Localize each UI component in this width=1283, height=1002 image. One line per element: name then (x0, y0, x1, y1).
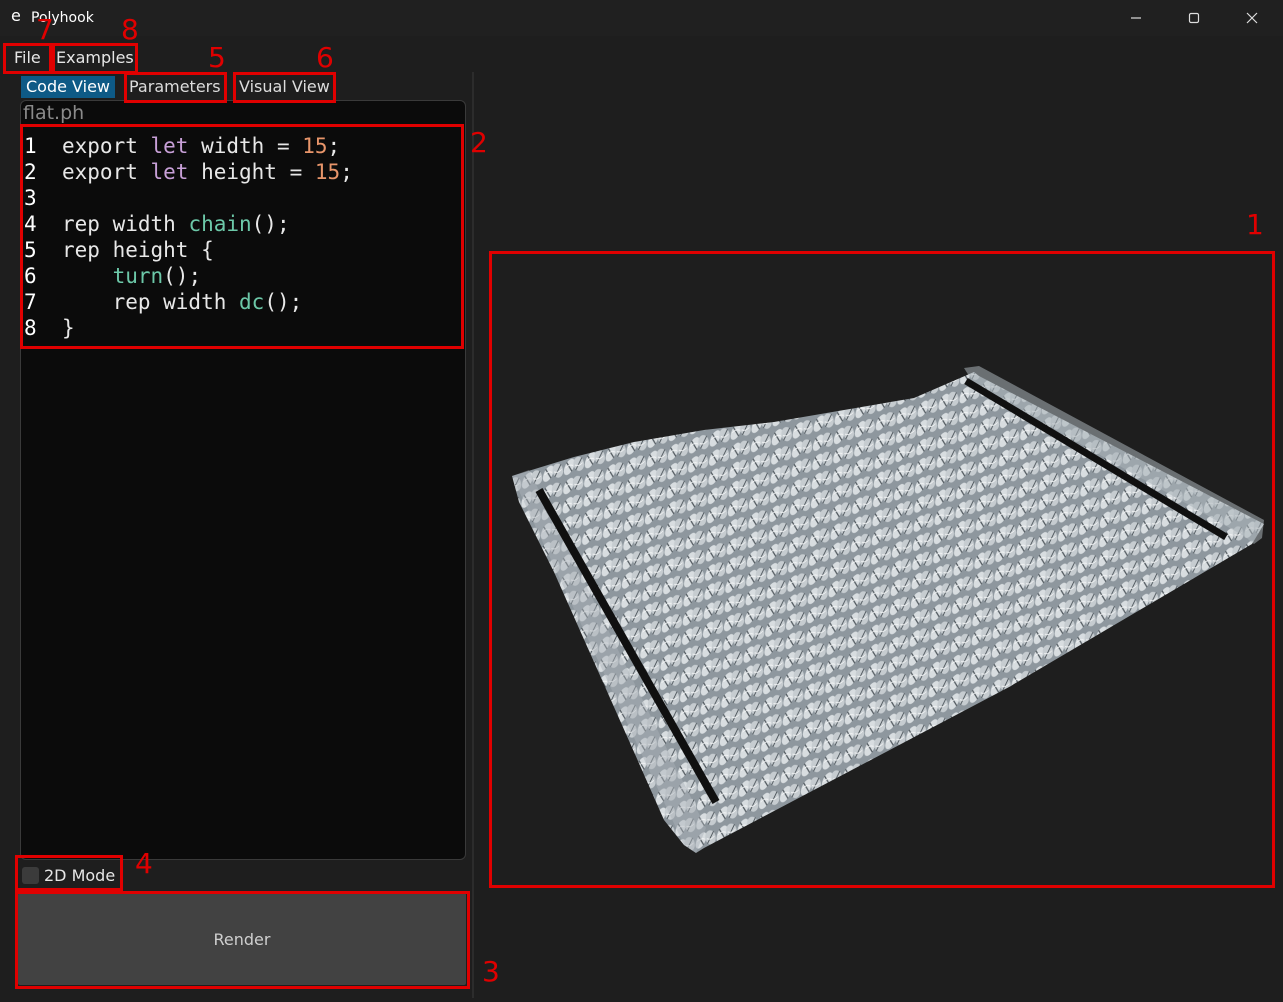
code-token: chain (188, 212, 252, 236)
code-token: width = (188, 134, 303, 158)
annotation-label-5: 5 (208, 41, 226, 74)
maximize-icon (1188, 12, 1200, 24)
code-token: turn (112, 264, 164, 288)
code-token: dc (239, 290, 265, 314)
2d-mode-checkbox[interactable] (22, 866, 39, 884)
tab-code-view[interactable]: Code View (21, 76, 116, 98)
minimize-button[interactable] (1107, 0, 1165, 36)
tab-visual-view[interactable]: Visual View (234, 76, 335, 98)
code-token: (); (264, 290, 303, 314)
menu-examples[interactable]: Examples (56, 48, 134, 67)
code-line[interactable]: 7 rep width dc (); (24, 289, 353, 315)
2d-mode-toggle[interactable]: 2D Mode (22, 864, 115, 886)
fabric-render (512, 366, 1264, 853)
code-token: ; (327, 134, 341, 158)
code-editor[interactable]: flat.ph 1 export let width = 15; 2 export l… (20, 100, 466, 860)
annotation-label-1: 1 (1246, 208, 1264, 241)
code-token: export (62, 134, 151, 158)
code-line[interactable]: 3 (24, 185, 353, 211)
code-line[interactable]: 6 turn (); (24, 263, 353, 289)
line-number: 1 (24, 134, 37, 158)
code-token: let (150, 134, 189, 158)
code-token: height = (188, 160, 315, 184)
annotation-label-3: 3 (482, 955, 500, 988)
3d-viewport[interactable] (474, 72, 1283, 998)
code-token: rep width (62, 212, 189, 236)
annotation-label-6: 6 (316, 41, 334, 74)
annotation-label-4: 4 (135, 847, 153, 880)
editor-filename: flat.ph (23, 102, 85, 124)
code-token: export (62, 160, 151, 184)
code-token: (); (163, 264, 202, 288)
line-number: 4 (24, 212, 37, 236)
line-number: 2 (24, 160, 37, 184)
line-number: 8 (24, 316, 37, 340)
code-token: rep width (62, 290, 240, 314)
line-number: 3 (24, 186, 37, 210)
menu-file[interactable]: File (14, 48, 41, 67)
annotation-label-7: 7 (36, 13, 54, 46)
2d-mode-label: 2D Mode (44, 865, 116, 885)
code-token: let (150, 160, 189, 184)
app-icon: e (11, 6, 21, 25)
code-token: rep height { (62, 238, 214, 262)
code-line[interactable]: 8} (24, 315, 353, 341)
tab-parameters[interactable]: Parameters (124, 76, 226, 98)
render-button-label: Render (213, 929, 271, 949)
code-token: ; (340, 160, 353, 184)
line-number: 7 (24, 290, 37, 314)
code-token: 15 (302, 134, 328, 158)
line-number: 6 (24, 264, 37, 288)
code-token: 15 (314, 160, 341, 184)
code-token: (); (251, 212, 290, 236)
knitted-swatch (512, 366, 1264, 853)
close-icon (1246, 12, 1258, 24)
code-area[interactable]: 1 export let width = 15; 2 export let heigh… (24, 133, 353, 341)
code-line[interactable]: 2 export let height = 15; (24, 159, 353, 185)
line-number: 5 (24, 238, 37, 262)
maximize-button[interactable] (1165, 0, 1223, 36)
code-line[interactable]: 5 rep height { (24, 237, 353, 263)
close-button[interactable] (1223, 0, 1281, 36)
render-button[interactable]: Render (18, 893, 466, 985)
annotation-label-8: 8 (121, 13, 139, 46)
code-token: } (62, 316, 75, 340)
minimize-icon (1131, 17, 1141, 19)
title-bar: e Polyhook (0, 0, 1283, 36)
annotation-label-2: 2 (470, 126, 488, 159)
code-line[interactable]: 1 export let width = 15; (24, 133, 353, 159)
code-line[interactable]: 4 rep width chain (); (24, 211, 353, 237)
